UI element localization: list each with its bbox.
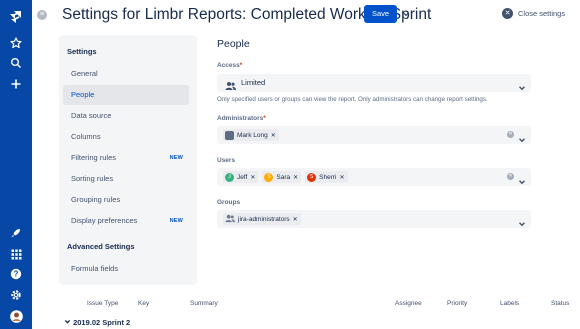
jira-logo-icon[interactable] [8,9,24,25]
tag-label: Sherri [319,173,337,181]
people-icon [225,214,235,225]
clear-icon[interactable]: ✕ [507,173,514,180]
new-badge: NEW [169,155,183,161]
sidebar-item-label: General [71,69,98,78]
close-settings-label: Close settings [518,9,566,18]
user-tag: S Sherri ✕ [305,171,348,183]
sidebar-item-label: People [71,90,95,99]
sidebar-item-grouping-rules[interactable]: Grouping rules [63,190,189,210]
people-icon [225,78,236,90]
tag-label: Mark Long [237,131,268,139]
help-icon[interactable]: ? [8,266,24,282]
global-nav: ? [0,0,32,329]
access-select[interactable]: Limited [217,74,531,92]
chevron-down-icon[interactable] [518,215,526,227]
column-header-priority[interactable]: Priority [447,300,467,307]
clear-icon[interactable]: ✕ [507,131,514,138]
star-icon[interactable] [8,35,24,51]
administrators-label: Administrators* [217,115,266,122]
rocket-icon[interactable] [8,225,24,241]
sidebar-item-general[interactable]: General [63,64,189,84]
administrators-label-text: Administrators [217,115,264,122]
column-header-labels[interactable]: Labels [500,300,519,307]
access-helper-text: Only specified users or groups can view … [217,96,488,103]
groups-label: Groups [217,199,241,206]
sidebar-item-label: Display preferences [71,216,138,225]
chevron-down-icon [64,318,73,327]
apps-grid-icon[interactable] [8,246,24,262]
groups-tags: jira-administrators ✕ [223,213,301,225]
plus-icon[interactable] [8,76,24,92]
group-label: 2019.02 Sprint 2 [73,318,131,327]
sidebar-item-label: Grouping rules [71,195,121,204]
administrators-picker[interactable]: Mark Long ✕ ✕ [217,126,531,144]
remove-tag-icon[interactable]: ✕ [340,174,345,181]
chevron-down-icon[interactable] [518,79,526,91]
avatar: S [307,172,317,182]
users-picker[interactable]: J Jeff ✕ S Sara ✕ S Sherri ✕ ✕ [217,168,531,186]
avatar[interactable] [8,308,24,324]
users-tags: J Jeff ✕ S Sara ✕ S Sherri ✕ [223,171,348,183]
app-root: ? ≡ Settings for Limbr Reports: Complete… [0,0,580,329]
save-button[interactable]: Save [364,5,398,23]
svg-text:?: ? [14,270,19,279]
section-title: People [217,38,250,50]
sidebar-item-label: Columns [71,132,101,141]
sidebar-item-formula-fields[interactable]: Formula fields [63,259,189,279]
sidebar-item-display-preferences[interactable]: Display preferences NEW [63,211,189,231]
tag-label: Jeff [237,173,248,181]
group-tag: jira-administrators ✕ [223,213,301,225]
required-mark: * [239,62,243,69]
sidebar-item-label: Sorting rules [71,174,114,183]
column-header-key[interactable]: Key [138,300,149,307]
settings-heading: Settings [67,47,97,56]
save-options-chevron-icon[interactable] [400,8,412,20]
sidebar-item-label: Filtering rules [71,153,117,162]
remove-tag-icon[interactable]: ✕ [271,132,276,139]
access-label: Access* [217,62,242,69]
search-icon[interactable] [8,55,24,71]
sidebar-item-filtering-rules[interactable]: Filtering rules NEW [63,148,189,168]
remove-tag-icon[interactable]: ✕ [250,174,255,181]
sidebar-item-data-source[interactable]: Data source [63,106,189,126]
access-label-text: Access [217,62,240,69]
tag-label: Sara [276,173,291,181]
column-header-status[interactable]: Status [551,300,569,307]
chevron-down-icon[interactable] [518,131,526,143]
sidebar-item-sorting-rules[interactable]: Sorting rules [63,169,189,189]
column-header-summary[interactable]: Summary [190,300,218,307]
sidebar-item-label: Data source [71,111,112,120]
required-mark: * [263,115,266,122]
avatar [225,130,234,140]
sidebar-collapse-icon[interactable]: ≡ [37,10,47,20]
administrators-tags: Mark Long ✕ [223,129,279,141]
groups-picker[interactable]: jira-administrators ✕ [217,210,531,228]
avatar: J [225,172,234,182]
access-value: Limited [241,78,266,87]
sidebar-item-people[interactable]: People [63,85,189,105]
column-header-assignee[interactable]: Assignee [395,300,422,307]
column-header-issue-type[interactable]: Issue Type [87,300,118,307]
remove-tag-icon[interactable]: ✕ [293,216,298,223]
user-tag: Mark Long ✕ [223,129,279,141]
user-tag: S Sara ✕ [262,171,302,183]
settings-sidebar: Settings General People Data source Colu… [59,35,197,285]
remove-tag-icon[interactable]: ✕ [293,174,298,181]
sidebar-item-columns[interactable]: Columns [63,127,189,147]
tag-label: jira-administrators [238,215,290,223]
close-icon: ✕ [502,8,513,19]
avatar: S [264,172,274,182]
advanced-settings-heading: Advanced Settings [67,242,135,251]
settings-icon[interactable] [8,287,24,303]
user-tag: J Jeff ✕ [223,171,259,183]
chevron-down-icon[interactable] [518,173,526,185]
close-settings-button[interactable]: ✕ Close settings [502,8,565,19]
users-label: Users [217,157,236,164]
sidebar-item-label: Formula fields [71,264,119,273]
group-row[interactable]: 2019.02 Sprint 2 [64,318,130,327]
new-badge: NEW [169,218,183,224]
